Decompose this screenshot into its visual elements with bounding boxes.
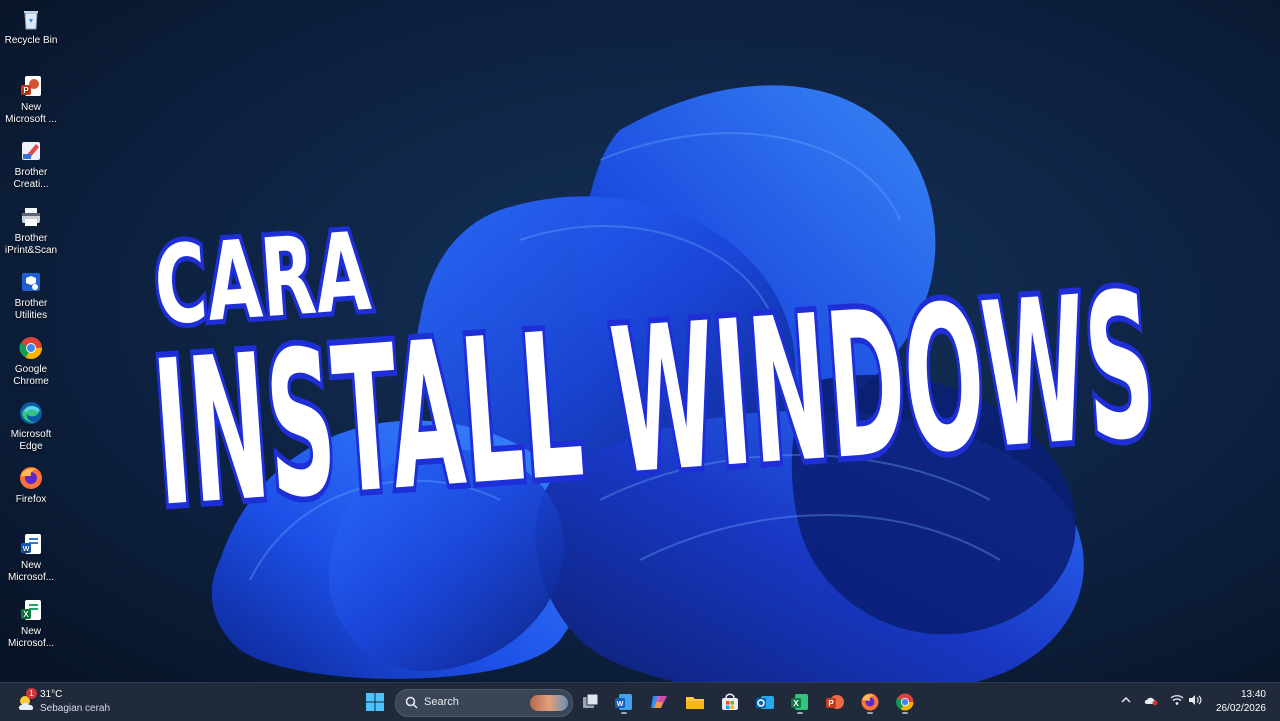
powerpoint-icon: P	[826, 695, 844, 709]
clock-time: 13:40	[1240, 689, 1266, 700]
desktop-icon-label: New Microsof...	[7, 560, 55, 583]
desktop-icon-brother-utilities[interactable]: Brother Utilities	[0, 269, 62, 322]
svg-text:P: P	[23, 86, 29, 95]
search-placeholder: Search	[424, 696, 459, 708]
copilot-icon	[651, 696, 667, 708]
taskbar-firefox-button[interactable]	[856, 688, 884, 716]
chrome-icon	[896, 693, 914, 711]
task-view-button[interactable]	[577, 688, 605, 716]
desktop-wallpaper	[0, 0, 1280, 682]
desktop-icon-label: Recycle Bin	[4, 35, 58, 46]
desktop-icon-microsoft-edge[interactable]: Microsoft Edge	[0, 400, 62, 453]
desktop-icon-firefox[interactable]: Firefox	[0, 465, 62, 506]
volume-icon[interactable]	[1188, 694, 1202, 706]
clock-date: 26/02/2026	[1215, 703, 1266, 714]
word-icon: W	[615, 694, 632, 710]
taskbar-outlook-button[interactable]	[751, 688, 779, 716]
running-indicator	[902, 712, 908, 714]
running-indicator	[797, 712, 803, 714]
wifi-icon[interactable]	[1170, 694, 1184, 706]
desktop-icon-brother-creative[interactable]: Brother Creati...	[0, 138, 62, 191]
brother-creative-icon	[22, 142, 40, 160]
brother-iprint-icon	[22, 208, 40, 226]
svg-text:X: X	[23, 610, 29, 619]
microsoft-store-icon	[722, 693, 738, 710]
desktop-icon-label: Microsoft Edge	[10, 429, 52, 452]
desktop-icon-label: New Microsoft ...	[5, 102, 57, 125]
desktop-icon-label: Brother iPrint&Scan	[4, 233, 58, 256]
chevron-up-icon[interactable]	[1120, 694, 1132, 706]
task-view-icon	[583, 693, 599, 708]
excel-icon: X	[791, 694, 808, 710]
taskbar-file-explorer-button[interactable]	[681, 688, 709, 716]
weather-widget[interactable]: 1 31°C Sebagian cerah	[14, 686, 124, 718]
firefox-icon	[20, 467, 42, 489]
desktop-icon-new-word[interactable]: W New Microsof...	[0, 531, 62, 584]
outlook-icon	[756, 696, 774, 709]
taskbar-word-button[interactable]: W	[610, 688, 638, 716]
svg-text:X: X	[793, 699, 799, 708]
desktop-icon-new-powerpoint[interactable]: P New Microsoft ...	[0, 73, 62, 126]
desktop-icon-recycle-bin[interactable]: Recycle Bin	[0, 6, 62, 47]
taskbar: 1 31°C Sebagian cerah Search W X P 13:40…	[0, 682, 1280, 721]
desktop-icon-new-excel[interactable]: X New Microsof...	[0, 597, 62, 650]
desktop-icon-label: Brother Creati...	[13, 167, 49, 190]
taskbar-chrome-button[interactable]	[891, 688, 919, 716]
weather-temperature: 31°C	[40, 689, 63, 700]
taskbar-powerpoint-button[interactable]: P	[821, 688, 849, 716]
taskbar-store-button[interactable]	[716, 688, 744, 716]
brother-utilities-icon	[22, 273, 40, 291]
word-file-icon: W	[21, 534, 41, 554]
desktop-icon-label: Brother Utilities	[14, 298, 48, 321]
windows-start-icon	[366, 693, 384, 711]
powerpoint-file-icon: P	[21, 76, 41, 96]
start-button[interactable]	[361, 688, 389, 716]
desktop-icon-google-chrome[interactable]: Google Chrome	[0, 335, 62, 388]
recycle-bin-icon	[24, 11, 38, 30]
excel-file-icon: X	[21, 600, 41, 620]
desktop-icon-label: Firefox	[15, 494, 47, 505]
svg-text:W: W	[23, 546, 30, 553]
taskbar-copilot-button[interactable]	[645, 688, 673, 716]
onedrive-icon[interactable]	[1144, 694, 1158, 706]
firefox-icon	[861, 693, 879, 711]
system-tray: 13:40 26/02/2026	[1100, 683, 1280, 721]
desktop-icon-label: Google Chrome	[13, 364, 49, 387]
edge-icon	[20, 402, 42, 424]
desktop-icon-brother-iprint[interactable]: Brother iPrint&Scan	[0, 204, 62, 257]
file-explorer-icon	[686, 697, 704, 709]
desktop-icon-label: New Microsof...	[7, 626, 55, 649]
search-highlight-image	[530, 695, 568, 711]
svg-text:W: W	[617, 701, 624, 708]
running-indicator	[621, 712, 627, 714]
search-icon	[405, 696, 418, 709]
weather-description: Sebagian cerah	[40, 703, 111, 714]
notification-badge: 1	[26, 688, 37, 699]
taskbar-excel-button[interactable]: X	[786, 688, 814, 716]
svg-text:P: P	[828, 699, 834, 708]
taskbar-clock[interactable]: 13:40 26/02/2026	[1216, 688, 1266, 716]
running-indicator	[867, 712, 873, 714]
chrome-icon	[19, 337, 42, 359]
taskbar-search-box[interactable]: Search	[395, 689, 573, 717]
